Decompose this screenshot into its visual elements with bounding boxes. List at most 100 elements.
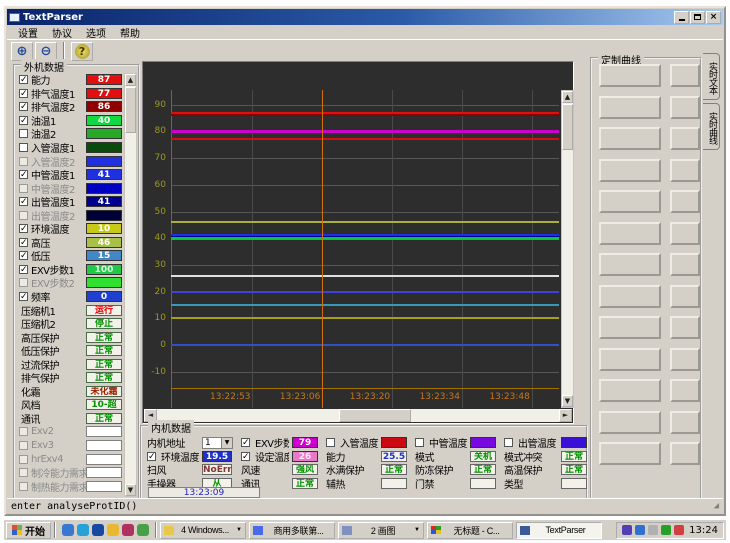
curve-small-button-11[interactable] [670,411,700,434]
close-icon[interactable]: × [706,11,721,24]
curve-small-button-3[interactable] [670,159,700,182]
task-button-1[interactable]: 商用多联第... [249,522,335,539]
curve-small-button-9[interactable] [670,348,700,371]
curve-small-button-6[interactable] [670,253,700,276]
quicklaunch-icon-2[interactable] [92,524,104,536]
tray-icon-1[interactable] [635,525,645,535]
checkbox[interactable]: ✓ [19,265,28,274]
checkbox[interactable]: ✓ [241,438,250,447]
side-tab-0[interactable]: 实时文本 [703,53,720,100]
scroll-thumb[interactable] [562,104,573,150]
menu-item-1[interactable]: 协议 [45,25,79,40]
scroll-right-icon[interactable]: ► [559,409,572,422]
quicklaunch-icon-0[interactable] [62,524,74,536]
curve-row-4 [599,190,700,213]
tray-icon-0[interactable] [622,525,632,535]
tray-icon-3[interactable] [661,525,671,535]
help-button[interactable]: ? [71,42,93,61]
time-cursor[interactable] [322,90,323,408]
curve-small-button-4[interactable] [670,190,700,213]
tray-icon-4[interactable] [674,525,684,535]
titlebar[interactable]: TextParser × [7,9,723,25]
checkbox[interactable]: ✓ [19,224,28,233]
checkbox[interactable]: ✓ [19,75,28,84]
chart-vertical-scrollbar[interactable]: ▲ ▼ [561,90,574,408]
curve-button-1[interactable] [599,96,661,119]
curve-button-9[interactable] [599,348,661,371]
curve-button-5[interactable] [599,222,661,245]
indoor-group-3: 中管温度模式关机防冻保护正常门禁 [415,436,496,485]
chevron-down-icon[interactable]: ▼ [221,438,232,448]
curve-button-2[interactable] [599,127,661,150]
zoom-out-icon[interactable]: ⊖ [35,42,57,61]
curve-small-button-12[interactable] [670,442,700,465]
tray-icon-2[interactable] [648,525,658,535]
scroll-up-icon[interactable]: ▲ [125,74,136,86]
curve-small-button-2[interactable] [670,127,700,150]
curve-button-4[interactable] [599,190,661,213]
curve-small-button-5[interactable] [670,222,700,245]
curve-button-10[interactable] [599,379,661,402]
checkbox[interactable]: ✓ [19,116,28,125]
curve-button-7[interactable] [599,285,661,308]
task-button-0[interactable]: 4 Windows...▼ [160,522,246,539]
quicklaunch-icon-5[interactable] [137,524,149,536]
checkbox[interactable] [19,143,28,152]
curve-small-button-0[interactable] [670,64,700,87]
zoom-in-icon[interactable]: ⊕ [11,42,33,61]
outdoor-item-value: 15 [86,250,122,261]
quicklaunch-icon-1[interactable] [77,524,89,536]
system-tray: 13:24 [616,522,724,539]
curve-button-6[interactable] [599,253,661,276]
checkbox[interactable]: ✓ [19,197,28,206]
checkbox[interactable]: ✓ [19,292,28,301]
quicklaunch-icon-3[interactable] [107,524,119,536]
curve-button-0[interactable] [599,64,661,87]
curve-button-11[interactable] [599,411,661,434]
scroll-down-icon[interactable]: ▼ [125,484,136,496]
checkbox[interactable] [415,438,424,447]
curve-small-button-10[interactable] [670,379,700,402]
checkbox[interactable]: ✓ [19,251,28,260]
scroll-up-icon[interactable]: ▲ [562,91,573,103]
scroll-thumb[interactable] [125,87,136,133]
minimize-icon[interactable] [674,11,689,24]
curve-button-8[interactable] [599,316,661,339]
checkbox[interactable]: ✓ [19,89,28,98]
checkbox[interactable]: ✓ [241,452,250,461]
curve-button-12[interactable] [599,442,661,465]
outdoor-item-list: ✓能力87✓排气温度177✓排气温度286✓油温140油温2入管温度1入管温度2… [17,73,122,497]
outdoor-scrollbar[interactable]: ▲ ▼ [124,73,137,497]
menu-item-2[interactable]: 选项 [79,25,113,40]
y-tick-label: 60 [155,180,166,190]
checkbox[interactable] [326,438,335,447]
restore-icon[interactable] [690,11,705,24]
resize-grip[interactable]: ◢ [714,501,719,511]
indoor-address-dropdown[interactable]: 1▼ [202,437,233,449]
curve-small-button-1[interactable] [670,96,700,119]
menu-item-3[interactable]: 帮助 [113,25,147,40]
chart-plot[interactable]: 13:22:5313:23:0613:23:2013:23:3413:23:48 [171,90,559,408]
task-button-3[interactable]: 无标题 - C... [427,522,513,539]
checkbox[interactable] [504,438,513,447]
curve-small-button-8[interactable] [670,316,700,339]
quicklaunch-icon-4[interactable] [122,524,134,536]
menu-item-0[interactable]: 设置 [11,25,45,40]
task-button-2[interactable]: 2 画图▼ [338,522,424,539]
start-button[interactable]: 开始 [6,522,51,539]
scroll-thumb[interactable] [339,409,411,422]
outdoor-item-value [86,183,122,194]
curve-button-3[interactable] [599,159,661,182]
scroll-down-icon[interactable]: ▼ [562,395,573,407]
checkbox[interactable]: ✓ [19,102,28,111]
checkbox[interactable] [19,129,28,138]
checkbox[interactable]: ✓ [147,452,156,461]
side-tab-1[interactable]: 实时曲线 [703,103,720,150]
checkbox[interactable]: ✓ [19,170,28,179]
curve-small-button-7[interactable] [670,285,700,308]
curve-row-7 [599,285,700,308]
checkbox[interactable]: ✓ [19,238,28,247]
start-label: 开始 [25,523,45,538]
chart-horizontal-scrollbar[interactable]: ◄ ► [144,409,572,422]
task-button-4[interactable]: TextParser [516,522,602,539]
